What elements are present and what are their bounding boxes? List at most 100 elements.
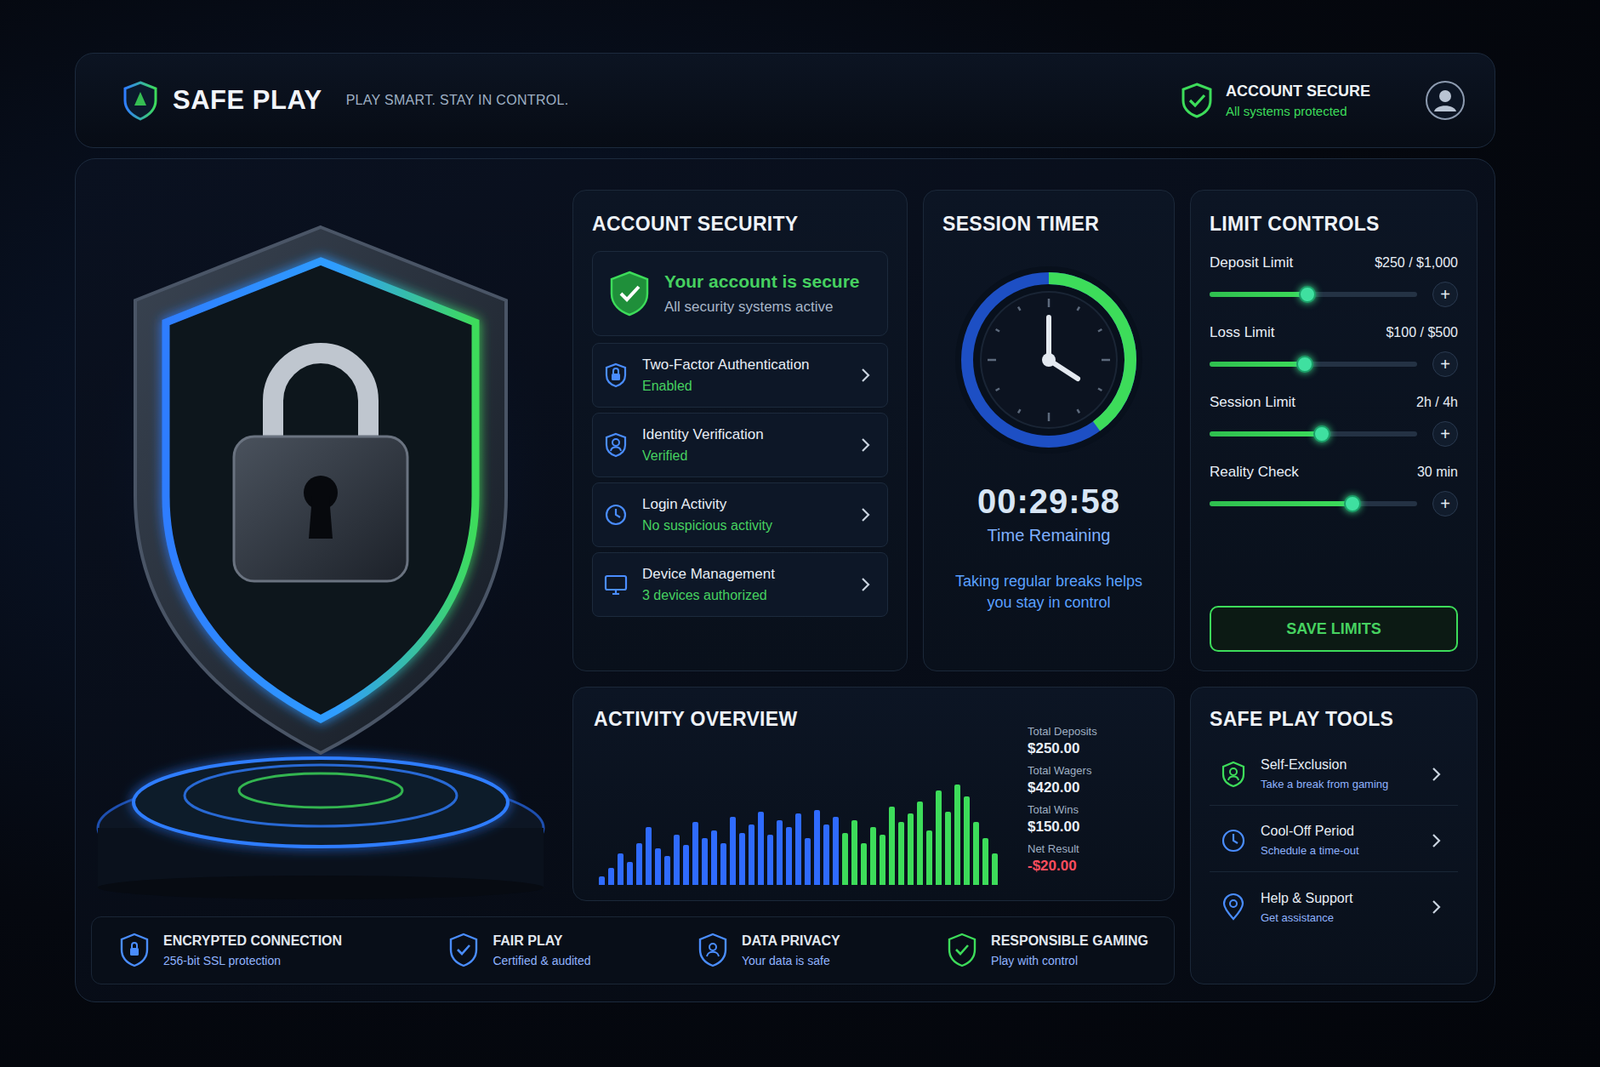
trust-badge: FAIR PLAY Certified & audited <box>446 931 591 969</box>
chart-bar <box>926 830 933 885</box>
limit-row: Deposit Limit $250 / $1,000 + <box>1209 254 1458 308</box>
tool-description: Take a break from gaming <box>1260 777 1418 791</box>
trust-badge: DATA PRIVACY Your data is safe <box>695 931 841 969</box>
activity-overview-card: ACTIVITY OVERVIEW Total Deposits $250.00… <box>572 686 1175 901</box>
chart-bar <box>701 837 708 885</box>
break-tip: Taking regular breaks helps you stay in … <box>950 570 1147 614</box>
stat-label: Net Result <box>1027 842 1156 855</box>
slider-fill <box>1209 361 1305 367</box>
chart-bar <box>814 809 820 886</box>
location-pin-icon <box>1219 892 1247 922</box>
card-title: ACTIVITY OVERVIEW <box>593 707 1011 731</box>
security-item-status: 3 devices authorized <box>642 587 847 604</box>
chart-bar <box>935 790 942 885</box>
limit-row: Session Limit 2h / 4h + <box>1209 393 1458 447</box>
slider-thumb[interactable] <box>1313 425 1331 443</box>
badge-subtitle: 256-bit SSL protection <box>163 953 342 968</box>
monitor-icon <box>603 570 629 598</box>
chart-bar <box>654 848 661 885</box>
security-item[interactable]: Device Management 3 devices authorized <box>592 552 889 617</box>
summary-subtitle: All security systems active <box>664 298 860 316</box>
privacy-shield-icon <box>695 931 730 969</box>
slider-thumb[interactable] <box>1343 495 1361 513</box>
chart-bar <box>626 861 633 885</box>
id-badge-icon <box>603 431 629 459</box>
activity-chart <box>593 779 1011 885</box>
chevron-right-icon <box>1430 898 1443 916</box>
save-limits-button[interactable]: SAVE LIMITS <box>1209 605 1458 652</box>
chart-bar <box>973 821 980 885</box>
limit-label: Reality Check <box>1209 463 1299 481</box>
security-item[interactable]: Two-Factor Authentication Enabled <box>592 342 889 408</box>
badge-title: RESPONSIBLE GAMING <box>990 933 1149 949</box>
chart-bar <box>608 867 615 885</box>
time-remaining-value: 00:29:58 <box>977 482 1121 521</box>
slider-thumb[interactable] <box>1296 355 1314 373</box>
badge-title: FAIR PLAY <box>492 933 591 949</box>
chart-bar <box>636 842 643 885</box>
security-item[interactable]: Identity Verification Verified <box>592 412 889 478</box>
gaming-shield-icon <box>945 931 980 969</box>
slider-fill <box>1209 501 1353 507</box>
tool-item[interactable]: Cool-Off Period Schedule a time-out <box>1209 808 1458 872</box>
limit-row: Loss Limit $100 / $500 + <box>1209 324 1458 377</box>
slider-fill <box>1209 291 1308 297</box>
chart-bar <box>748 824 755 885</box>
limit-reading: 30 min <box>1417 464 1458 480</box>
chart-bar <box>598 876 605 885</box>
limit-slider[interactable] <box>1209 361 1418 367</box>
self-exclusion-icon <box>1219 759 1247 789</box>
limit-slider[interactable] <box>1209 431 1418 437</box>
badge-title: DATA PRIVACY <box>741 933 841 949</box>
shield-check-icon <box>608 269 651 318</box>
limit-reading: $100 / $500 <box>1385 324 1458 341</box>
limit-slider[interactable] <box>1209 291 1418 297</box>
chart-bar <box>898 821 905 885</box>
badge-subtitle: Play with control <box>990 953 1149 968</box>
chart-bar <box>804 837 811 885</box>
chart-bar <box>870 826 877 885</box>
dashboard: ACCOUNT SECURITY Your account is secure … <box>74 158 1496 1003</box>
tool-item[interactable]: Help & Support Get assistance <box>1209 875 1458 939</box>
shield-icon <box>603 361 629 389</box>
account-status: ACCOUNT SECURE All systems protected <box>1179 81 1371 120</box>
increase-button[interactable]: + <box>1432 281 1458 308</box>
increase-button[interactable]: + <box>1432 421 1458 447</box>
timer-progress <box>967 278 1131 442</box>
increase-button[interactable]: + <box>1432 490 1458 517</box>
page: SAFE PLAY PLAY SMART. STAY IN CONTROL. A… <box>0 0 1600 1067</box>
increase-button[interactable]: + <box>1432 351 1458 377</box>
chart-bar <box>739 832 746 885</box>
chart-bar <box>729 816 736 885</box>
limit-slider[interactable] <box>1209 501 1418 507</box>
chart-bar <box>617 853 624 885</box>
chart-bar <box>720 842 727 885</box>
tagline: PLAY SMART. STAY IN CONTROL. <box>346 92 570 109</box>
top-bar: SAFE PLAY PLAY SMART. STAY IN CONTROL. A… <box>74 52 1496 149</box>
chart-bar <box>776 819 783 885</box>
clock-icon <box>603 501 629 529</box>
logo-shield-icon <box>121 79 160 121</box>
slider-thumb[interactable] <box>1298 285 1316 303</box>
card-title: SAFE PLAY TOOLS <box>1209 707 1458 731</box>
chart-bar <box>711 830 718 885</box>
security-item-label: Identity Verification <box>642 426 847 444</box>
chevron-right-icon <box>1430 765 1443 783</box>
tool-label: Cool-Off Period <box>1260 823 1418 839</box>
user-avatar-button[interactable] <box>1424 79 1466 121</box>
card-title: ACCOUNT SECURITY <box>592 212 889 236</box>
lock-shield-icon <box>117 931 152 969</box>
chart-bar <box>907 813 914 885</box>
tool-item[interactable]: Self-Exclusion Take a break from gaming <box>1209 742 1458 806</box>
security-item[interactable]: Login Activity No suspicious activity <box>592 482 889 547</box>
limit-label: Session Limit <box>1209 393 1296 411</box>
status-title: ACCOUNT SECURE <box>1225 82 1371 101</box>
chart-bar <box>673 834 680 885</box>
tool-label: Self-Exclusion <box>1260 757 1418 773</box>
chart-bar <box>664 855 671 885</box>
badge-subtitle: Your data is safe <box>741 953 841 968</box>
chart-bar <box>832 816 839 885</box>
chart-bar <box>963 796 970 885</box>
trust-badge: ENCRYPTED CONNECTION 256-bit SSL protect… <box>117 931 342 969</box>
chart-bar <box>767 834 774 885</box>
